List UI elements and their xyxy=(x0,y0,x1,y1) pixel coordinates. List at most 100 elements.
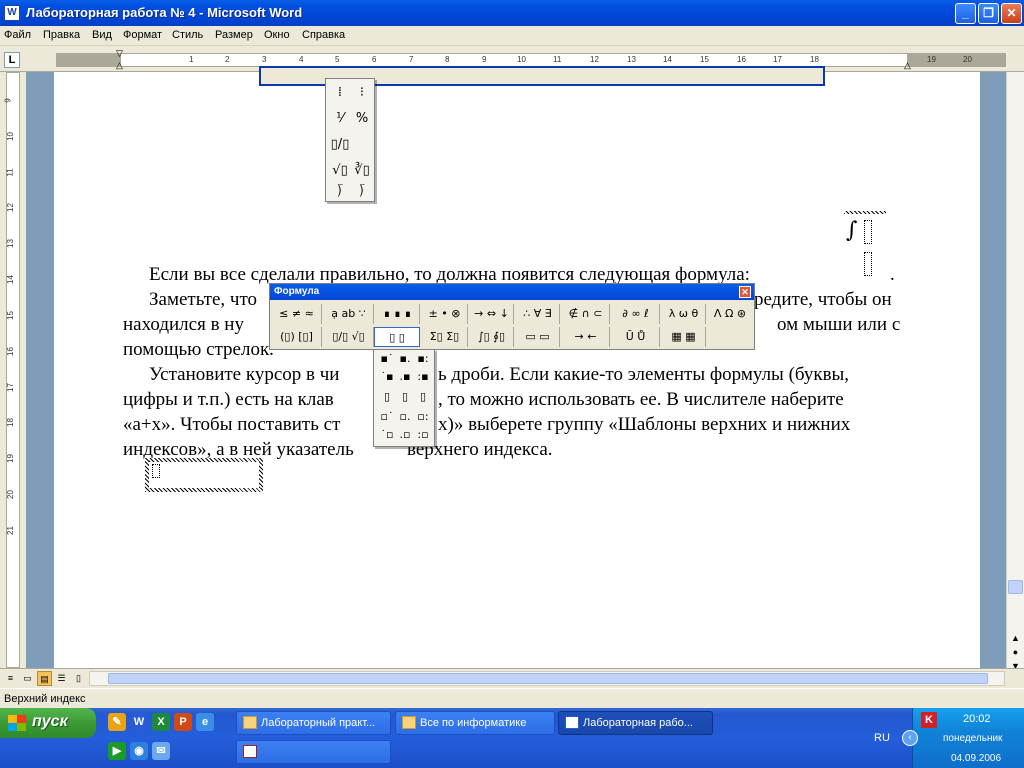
left-sub-super-icon[interactable]: :▪ xyxy=(414,370,432,383)
vruler-tick: 10 xyxy=(5,132,15,141)
operators-button[interactable]: ± • ⊗ xyxy=(422,304,468,324)
tab-selector[interactable]: L xyxy=(4,52,20,68)
equation-slot[interactable] xyxy=(152,464,160,478)
doc-line-6b: , то можно использовать ее. В числителе … xyxy=(438,389,844,410)
greek-lower-button[interactable]: λ ω θ xyxy=(662,304,706,324)
web-view-icon[interactable]: ▭ xyxy=(20,671,35,686)
slot-superscript-icon[interactable]: ▫˙ xyxy=(378,410,396,423)
set-theory-button[interactable]: ∉ ∩ ⊂ xyxy=(562,304,610,324)
task-lab-practicum[interactable]: Лабораторный практ... xyxy=(236,711,391,735)
arrows-button[interactable]: → ⇔ ↓ xyxy=(470,304,514,324)
fraction-template-icon[interactable]: ⁞ xyxy=(330,85,350,100)
misc-symbols-button[interactable]: ∂ ∞ ℓ xyxy=(612,304,660,324)
logic-button[interactable]: ∴ ∀ ∃ xyxy=(516,304,560,324)
normal-view-icon[interactable]: ≡ xyxy=(3,671,18,686)
greek-upper-button[interactable]: Λ Ω ⊛ xyxy=(708,304,752,324)
left-subscript-icon[interactable]: .▪ xyxy=(396,370,414,383)
quicklaunch-powerpoint-icon[interactable]: P xyxy=(174,713,192,731)
formula-toolbar[interactable]: Формула ✕ ≤ ≠ ≈ ạ ab ∵ ∎ ∎ ∎ ± • ⊗ → ⇔ ↓… xyxy=(269,283,755,350)
slot-left-super-icon[interactable]: ˙▫ xyxy=(378,428,396,441)
summation-button[interactable]: Σ▯ Σ▯ xyxy=(422,327,468,347)
labeled-arrows-button[interactable]: → ← xyxy=(562,327,610,347)
left-superscript-icon[interactable]: ˙▪ xyxy=(378,370,396,383)
spaces-button[interactable]: ạ ab ∵ xyxy=(324,304,374,324)
vertical-ruler[interactable]: 9 10 11 12 13 14 15 16 17 18 19 20 21 xyxy=(0,72,26,668)
square-root-icon[interactable]: √▯ xyxy=(330,163,350,178)
tray-expand-icon[interactable]: ‹ xyxy=(902,730,918,746)
formula-toolbar-close-icon[interactable]: ✕ xyxy=(739,286,751,298)
right-indent-marker[interactable]: △ xyxy=(904,60,911,71)
horizontal-scrollbar[interactable] xyxy=(89,671,1005,686)
quicklaunch-tool-icon[interactable]: ✎ xyxy=(108,713,126,731)
close-button[interactable]: ✕ xyxy=(1001,3,1022,24)
browse-object-icon[interactable]: ● xyxy=(1008,646,1023,660)
vertical-ruler-strip xyxy=(6,72,20,668)
long-division-icon[interactable]: ⟌ xyxy=(330,185,350,200)
subscript-templates-dropdown[interactable]: ▪˙ ▪. ▪: ˙▪ .▪ :▪ ▯ ▯ ▯ ▫˙ ▫. ▫: ˙▫ .▫ :… xyxy=(373,349,435,447)
underscript-icon[interactable]: ▯ xyxy=(396,390,414,403)
menu-help[interactable]: Справка xyxy=(302,29,345,41)
relations-button[interactable]: ≤ ≠ ≈ xyxy=(272,304,322,324)
maximize-button[interactable]: ❐ xyxy=(978,3,999,24)
horizontal-scroll-thumb[interactable] xyxy=(108,673,988,684)
menu-file[interactable]: Файл xyxy=(4,29,31,41)
subscript-superscript-button[interactable]: ▯ ▯ xyxy=(374,327,420,347)
reading-view-icon[interactable]: ▯ xyxy=(71,671,86,686)
nth-root-icon[interactable]: ∛▯ xyxy=(352,163,372,178)
vertical-scroll-thumb[interactable] xyxy=(1008,580,1023,594)
slot-left-sub-icon[interactable]: .▫ xyxy=(396,428,414,441)
slot-left-sub-super-icon[interactable]: :▫ xyxy=(414,428,432,441)
slash-fraction-icon[interactable]: ⅟ xyxy=(330,111,350,126)
word-app-icon[interactable]: W xyxy=(4,5,20,21)
quicklaunch-word-icon[interactable]: W xyxy=(130,713,148,731)
fractions-radicals-button[interactable]: ▯/▯ √▯ xyxy=(324,327,374,347)
bars-button[interactable]: ▭ ▭ xyxy=(516,327,560,347)
over-underscript-icon[interactable]: ▯ xyxy=(414,390,432,403)
menu-edit[interactable]: Правка xyxy=(43,29,80,41)
start-button[interactable]: пуск xyxy=(0,708,96,738)
integral-placeholder-bottom xyxy=(864,252,872,276)
print-layout-view-icon[interactable]: ▤ xyxy=(37,671,52,686)
prev-page-icon[interactable]: ▲ xyxy=(1008,632,1023,646)
embellishments-button[interactable]: ∎ ∎ ∎ xyxy=(376,304,420,324)
quicklaunch-messenger-icon[interactable]: ✉ xyxy=(152,742,170,760)
left-indent-marker[interactable]: △ xyxy=(116,60,123,71)
menu-style[interactable]: Стиль xyxy=(172,29,203,41)
integrals-button[interactable]: ∫▯ ∮▯ xyxy=(470,327,514,347)
formula-toolbar-titlebar[interactable]: Формула ✕ xyxy=(270,284,754,300)
long-division-alt-icon[interactable]: ⟌ xyxy=(352,185,372,200)
clock-time[interactable]: 20:02 xyxy=(963,713,991,725)
quicklaunch-browser-icon[interactable]: ◉ xyxy=(130,742,148,760)
menu-window[interactable]: Окно xyxy=(264,29,290,41)
minimize-button[interactable]: _ xyxy=(955,3,976,24)
fences-button[interactable]: (▯) [▯] xyxy=(272,327,322,347)
menu-size[interactable]: Размер xyxy=(215,29,253,41)
menu-format[interactable]: Формат xyxy=(123,29,162,41)
quicklaunch-media-icon[interactable]: ▶ xyxy=(108,742,126,760)
task-equation-editor[interactable] xyxy=(236,740,391,764)
matrices-button[interactable]: ▦ ▦ xyxy=(662,327,706,347)
products-button[interactable]: Ū Ů xyxy=(612,327,660,347)
vertical-scrollbar[interactable]: ▲ ● ▼ xyxy=(1006,72,1024,671)
menu-view[interactable]: Вид xyxy=(92,29,112,41)
overscript-icon[interactable]: ▯ xyxy=(378,390,396,403)
sub-super-template-icon[interactable]: ▪: xyxy=(414,352,432,365)
small-slash-fraction-icon[interactable]: % xyxy=(352,111,372,126)
superscript-template-icon[interactable]: ▪˙ xyxy=(378,352,396,365)
linear-fraction-icon[interactable]: ▯/▯ xyxy=(330,137,350,152)
quicklaunch-excel-icon[interactable]: X xyxy=(152,713,170,731)
subscript-template-icon[interactable]: ▪. xyxy=(396,352,414,365)
antivirus-icon[interactable]: K xyxy=(921,712,937,728)
task-informatics[interactable]: Все по информатике xyxy=(395,711,555,735)
language-indicator[interactable]: RU xyxy=(874,732,890,744)
document-page[interactable]: ⁞ ⁝ ⅟ % ▯/▯ √▯ ∛▯ ⟌ ⟌ ∫ Если вы все сдел… xyxy=(54,66,980,668)
quicklaunch-ie-icon[interactable]: e xyxy=(196,713,214,731)
small-fraction-template-icon[interactable]: ⁝ xyxy=(352,85,372,100)
first-line-indent-marker[interactable]: ▽ xyxy=(116,48,123,59)
outline-view-icon[interactable]: ☰ xyxy=(54,671,69,686)
task-lab-work-word[interactable]: Лабораторная рабо... xyxy=(558,711,713,735)
slot-subscript-icon[interactable]: ▫. xyxy=(396,410,414,423)
integral-formula[interactable]: ∫ xyxy=(846,218,857,243)
fraction-templates-dropdown[interactable]: ⁞ ⁝ ⅟ % ▯/▯ √▯ ∛▯ ⟌ ⟌ xyxy=(325,78,375,202)
slot-sub-super-icon[interactable]: ▫: xyxy=(414,410,432,423)
